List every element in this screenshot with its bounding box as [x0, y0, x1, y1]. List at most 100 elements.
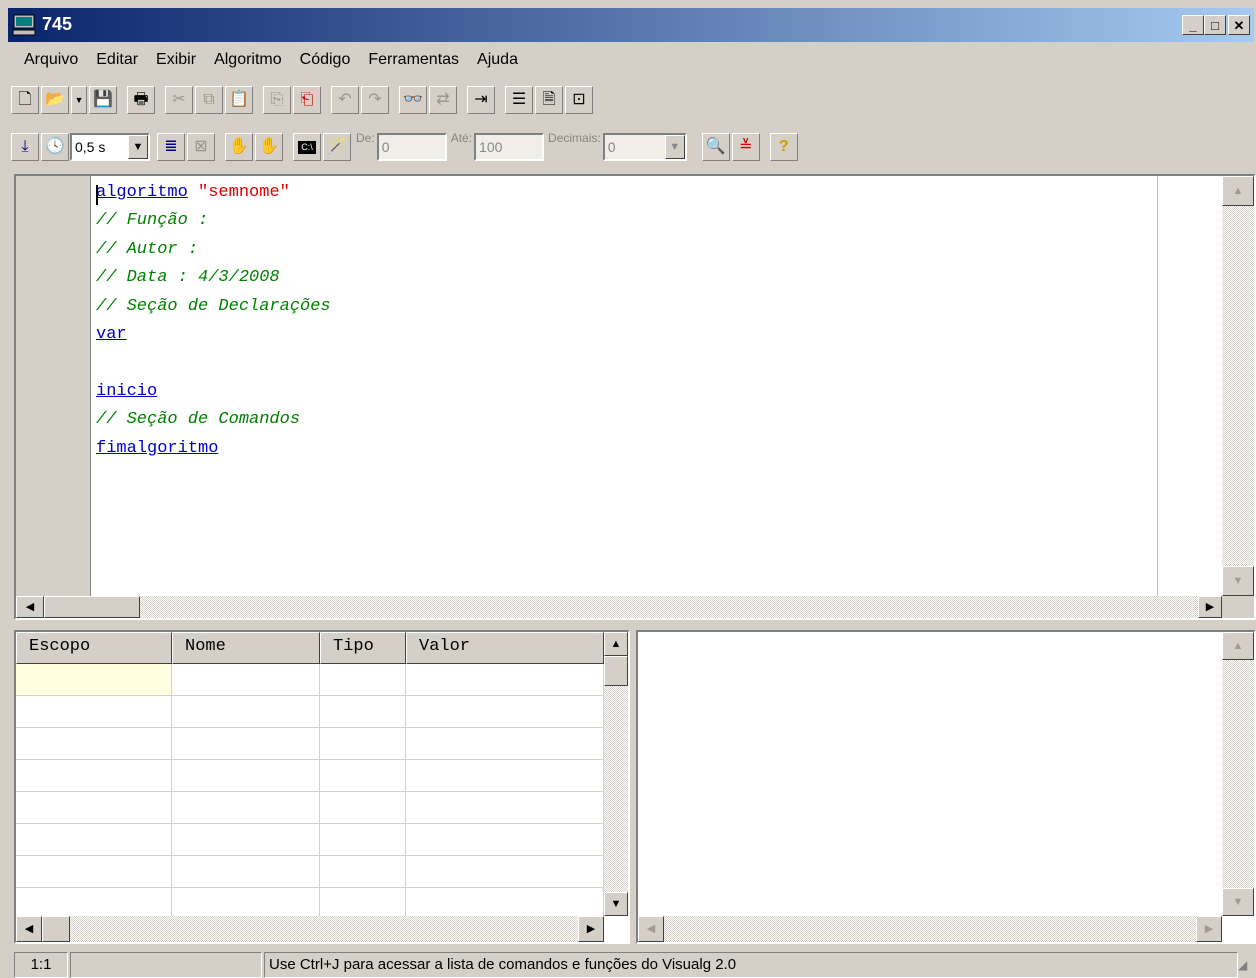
code-line[interactable]: // Autor : — [96, 236, 1156, 264]
close-button[interactable]: ✕ — [1228, 15, 1250, 35]
table-row[interactable] — [16, 824, 604, 856]
table-cell[interactable] — [16, 824, 172, 855]
ate-input[interactable]: 100 — [474, 133, 545, 161]
save-button[interactable]: 💾 — [89, 86, 117, 114]
table-row[interactable] — [16, 664, 604, 696]
de-input[interactable]: 0 — [376, 133, 447, 161]
output-vertical-scrollbar[interactable] — [1222, 632, 1254, 916]
output-scroll-right-button[interactable]: ▶ — [1196, 916, 1222, 942]
vars-horizontal-thumb[interactable] — [42, 916, 70, 942]
table-cell[interactable] — [16, 728, 172, 759]
table-row[interactable] — [16, 728, 604, 760]
table-cell[interactable] — [320, 888, 406, 919]
table-cell[interactable] — [16, 888, 172, 919]
table-cell[interactable] — [16, 760, 172, 791]
minimize-button[interactable]: _ — [1182, 15, 1204, 35]
numbered-list-button[interactable]: ☰ — [505, 86, 533, 114]
menu-exibir[interactable]: Exibir — [147, 51, 205, 69]
menu-codigo[interactable]: Código — [291, 51, 360, 69]
output-scroll-left-button[interactable]: ◀ — [638, 916, 664, 942]
code-line[interactable]: // Função : — [96, 207, 1156, 235]
vars-scroll-right-button[interactable]: ▶ — [578, 916, 604, 942]
replace-button[interactable]: ⇄ — [429, 86, 457, 114]
output-panel[interactable]: ▲ ▼ ◀ ▶ — [636, 630, 1256, 944]
random-values-button[interactable]: 🪄 — [323, 133, 351, 161]
cut-button[interactable]: ✂ — [165, 86, 193, 114]
vars-vertical-thumb[interactable] — [604, 656, 628, 686]
paste-from-clipboard-button[interactable]: ⎗ — [293, 86, 321, 114]
table-cell[interactable] — [172, 792, 320, 823]
column-header-tipo[interactable]: Tipo — [320, 632, 406, 664]
table-cell[interactable] — [172, 824, 320, 855]
code-line[interactable]: algoritmo "semnome" — [96, 179, 1156, 207]
table-row[interactable] — [16, 856, 604, 888]
table-row[interactable] — [16, 696, 604, 728]
dos-output-button[interactable]: C:\ — [293, 133, 321, 161]
table-row[interactable] — [16, 760, 604, 792]
output-scroll-down-button[interactable]: ▼ — [1222, 888, 1254, 916]
speed-dropdown-button[interactable]: ▼ — [128, 135, 148, 159]
table-cell[interactable] — [406, 824, 604, 855]
resize-grip-icon[interactable]: ◢ — [1238, 958, 1254, 976]
step-into-button[interactable]: ≣ — [157, 133, 185, 161]
help-list-button[interactable]: ≚ — [731, 133, 760, 161]
table-cell[interactable] — [172, 728, 320, 759]
table-cell[interactable] — [320, 664, 406, 695]
vars-scroll-up-button[interactable]: ▲ — [604, 632, 628, 656]
open-file-button[interactable]: 📂 — [41, 86, 69, 114]
table-cell[interactable] — [320, 792, 406, 823]
column-header-nome[interactable]: Nome — [172, 632, 320, 664]
find-button[interactable]: 👓 — [399, 86, 427, 114]
undo-button[interactable]: ↶ — [331, 86, 359, 114]
table-cell[interactable] — [16, 696, 172, 727]
editor-scroll-right-button[interactable]: ▶ — [1198, 596, 1222, 618]
decimais-dropdown-button[interactable]: ▼ — [664, 135, 685, 159]
vars-scroll-down-button[interactable]: ▼ — [604, 892, 628, 916]
document-view-button[interactable]: 🗎 — [535, 86, 563, 114]
new-file-button[interactable]: 🗋 — [11, 86, 39, 114]
table-cell[interactable] — [406, 760, 604, 791]
vars-horizontal-scrollbar[interactable] — [16, 916, 604, 942]
menu-editar[interactable]: Editar — [87, 51, 147, 69]
table-cell[interactable] — [16, 856, 172, 887]
table-cell[interactable] — [406, 696, 604, 727]
code-line[interactable] — [96, 349, 1156, 377]
table-cell[interactable] — [320, 856, 406, 887]
title-bar[interactable]: 745 _ □ ✕ — [8, 8, 1254, 42]
column-header-escopo[interactable]: Escopo — [16, 632, 172, 664]
editor-horizontal-thumb[interactable] — [44, 596, 140, 618]
open-recent-dropdown[interactable]: ▼ — [71, 86, 87, 114]
code-line[interactable]: var — [96, 321, 1156, 349]
variables-grid[interactable]: Escopo Nome Tipo Valor ▲ ▼ ◀ ▶ — [14, 630, 630, 944]
code-line[interactable]: // Seção de Declarações — [96, 293, 1156, 321]
code-line[interactable]: inicio — [96, 378, 1156, 406]
format-code-button[interactable]: ⊡ — [565, 86, 593, 114]
editor-scroll-up-button[interactable]: ▲ — [1222, 176, 1254, 206]
menu-ajuda[interactable]: Ajuda — [468, 51, 527, 69]
table-cell[interactable] — [406, 856, 604, 887]
redo-button[interactable]: ↷ — [361, 86, 389, 114]
print-button[interactable]: 🖶 — [127, 86, 155, 114]
table-cell[interactable] — [406, 664, 604, 695]
breakpoint-button[interactable]: ✋ — [225, 133, 253, 161]
table-cell[interactable] — [406, 728, 604, 759]
paste-button[interactable]: 📋 — [225, 86, 253, 114]
stop-button[interactable]: ⊠ — [187, 133, 215, 161]
help-button[interactable]: ? — [769, 133, 798, 161]
code-editor[interactable]: algoritmo "semnome" // Função : // Autor :… — [14, 174, 1256, 620]
editor-scroll-left-button[interactable]: ◀ — [16, 596, 44, 618]
column-header-valor[interactable]: Valor — [406, 632, 604, 664]
table-cell[interactable] — [16, 664, 172, 695]
table-cell[interactable] — [172, 856, 320, 887]
table-cell[interactable] — [172, 888, 320, 919]
copy-button[interactable]: ⧉ — [195, 86, 223, 114]
menu-ferramentas[interactable]: Ferramentas — [359, 51, 468, 69]
indent-button[interactable]: ⇥ — [467, 86, 495, 114]
table-cell[interactable] — [172, 760, 320, 791]
table-cell[interactable] — [406, 888, 604, 919]
editor-horizontal-scrollbar[interactable] — [16, 596, 1222, 618]
code-line[interactable]: // Data : 4/3/2008 — [96, 264, 1156, 292]
maximize-button[interactable]: □ — [1204, 15, 1226, 35]
output-horizontal-scrollbar[interactable] — [638, 916, 1222, 942]
vars-scroll-left-button[interactable]: ◀ — [16, 916, 42, 942]
